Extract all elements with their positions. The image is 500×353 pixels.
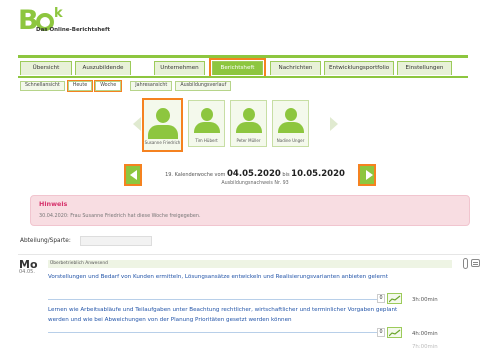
chart-button[interactable] — [387, 327, 402, 338]
subtab-schnellansicht[interactable]: Schnellansicht — [20, 81, 65, 91]
trainee-card[interactable]: Nadine Unger — [272, 100, 309, 147]
chart-button[interactable] — [387, 293, 402, 304]
task-divider — [48, 332, 384, 333]
day-divider — [18, 254, 480, 255]
task-divider — [48, 299, 384, 300]
person-body-icon — [277, 122, 304, 133]
task-description[interactable]: Lernen wie Arbeitsabläufe und Teilaufgab… — [48, 305, 398, 325]
trainee-name: Peter Müller — [236, 138, 261, 143]
tab-entwicklungsportfolio[interactable]: Entwicklungsportfolio — [324, 61, 394, 75]
entry-type-header: Überbetrieblich Anwesend — [48, 260, 452, 268]
trainee-name: Nadine Unger — [276, 138, 305, 143]
chart-icon — [389, 329, 401, 337]
trainee-name: Tim Hübert — [195, 138, 218, 143]
trainee-list: Susanne Friedrich Tim Hübert Peter Mülle… — [142, 98, 309, 152]
tab-unternehmen[interactable]: Unternehmen — [154, 61, 205, 75]
person-body-icon — [235, 122, 262, 133]
task-description[interactable]: Vorstellungen und Bedarf von Kunden ermi… — [48, 272, 398, 282]
hours-field[interactable]: 0 — [377, 328, 385, 337]
tab-berichtsheft[interactable]: Berichtsheft — [209, 58, 266, 78]
main-tabs: Übersicht Auszubildende Unternehmen Beri… — [20, 58, 452, 78]
person-icon — [284, 108, 297, 121]
subtab-heute[interactable]: Heute — [66, 79, 94, 93]
trainee-card[interactable]: Susanne Friedrich — [142, 98, 183, 152]
trainee-card[interactable]: Tim Hübert — [188, 100, 225, 147]
logo[interactable]: B k — [18, 4, 98, 44]
chart-icon — [389, 295, 401, 303]
person-body-icon — [147, 125, 178, 139]
task-duration: 3h:00min — [412, 297, 438, 303]
hint-text: 30.04.2020: Frau Susanne Friedrich hat d… — [39, 213, 201, 219]
week-range: 19. Kalenderwoche vom 04.05.2020 bis 10.… — [160, 169, 350, 179]
hours-field[interactable]: 0 — [377, 294, 385, 303]
logo-subtitle: Das Online-Berichtsheft — [36, 27, 111, 33]
tab-nachrichten[interactable]: Nachrichten — [270, 61, 321, 75]
trainee-name: Susanne Friedrich — [144, 140, 181, 145]
hint-title: Hinweis — [39, 200, 68, 208]
hint-box: Hinweis 30.04.2020: Frau Susanne Friedri… — [30, 195, 470, 226]
sub-tabs: Schnellansicht Heute Woche Jahresansicht… — [20, 79, 232, 93]
department-field[interactable] — [80, 236, 152, 246]
week-connector: bis — [282, 172, 290, 178]
tab-auszubildende[interactable]: Auszubildende — [75, 61, 131, 75]
entry-type: Überbetrieblich Anwesend — [50, 261, 108, 266]
header-divider — [18, 55, 468, 58]
week-label: 19. Kalenderwoche vom — [165, 172, 226, 178]
tab-uebersicht[interactable]: Übersicht — [20, 61, 72, 75]
trainee-card[interactable]: Peter Müller — [230, 100, 267, 147]
arrow-right-icon — [366, 170, 373, 180]
week-to: 10.05.2020 — [291, 169, 345, 179]
report-number: Ausbildungsnachweis Nr. 93 — [221, 181, 289, 186]
tab-einstellungen[interactable]: Einstellungen — [397, 61, 452, 75]
tab-divider — [18, 76, 468, 78]
person-body-icon — [193, 122, 220, 133]
paperclip-icon[interactable] — [463, 258, 468, 269]
arrow-left-icon — [130, 170, 137, 180]
person-icon — [242, 108, 255, 121]
subtab-woche[interactable]: Woche — [93, 79, 123, 93]
person-icon — [200, 108, 213, 121]
next-task-duration: 7h:00min — [412, 344, 438, 350]
task-duration: 4h:00min — [412, 331, 438, 337]
comment-icon[interactable] — [471, 259, 480, 267]
avatar-scroll-right-icon[interactable] — [330, 117, 338, 131]
day-date: 04.05. — [19, 269, 35, 275]
week-from: 04.05.2020 — [227, 169, 281, 179]
avatar-scroll-left-icon[interactable] — [133, 117, 141, 131]
next-week-button[interactable] — [358, 164, 376, 186]
svg-text:k: k — [54, 6, 63, 21]
subtab-ausbildungsverlauf[interactable]: Ausbildungsverlauf — [175, 81, 232, 91]
subtab-jahresansicht[interactable]: Jahresansicht — [130, 81, 173, 91]
previous-week-button[interactable] — [124, 164, 142, 186]
person-icon — [155, 108, 170, 123]
department-label: Abteilung/Sparte: — [20, 238, 71, 244]
